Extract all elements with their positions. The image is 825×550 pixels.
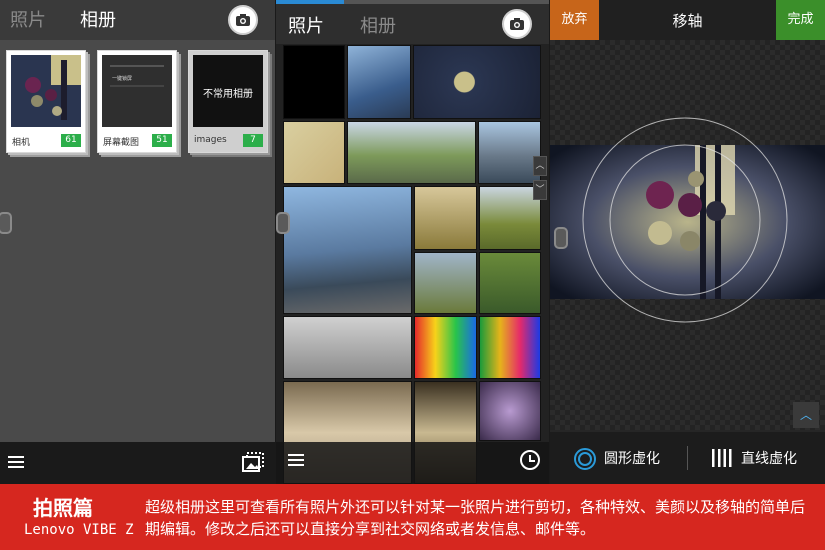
camera-button[interactable]	[228, 5, 258, 35]
tab-photos[interactable]: 照片	[288, 12, 324, 38]
clock-icon[interactable]	[520, 450, 540, 470]
photo-thumbnail[interactable]	[413, 45, 541, 119]
camera-icon	[236, 14, 250, 26]
drawer-handle[interactable]	[0, 212, 12, 234]
photo-thumbnail[interactable]	[283, 45, 345, 119]
banner-description: 超级相册这里可查看所有照片外还可以针对某一张照片进行剪切，各种特效、美颜以及移轴…	[145, 498, 806, 538]
tilt-shift-editor: 放弃 移轴 完成 ︿ 圆形虚化 直线虚化	[550, 0, 825, 484]
photo-thumbnail[interactable]	[347, 45, 411, 119]
drawer-handle[interactable]	[554, 227, 568, 249]
loading-progress	[276, 0, 549, 4]
album-thumbnail	[11, 55, 81, 127]
banner-title: 拍照篇	[33, 496, 93, 520]
tab-albums[interactable]: 相册	[80, 6, 116, 32]
chevron-up-icon[interactable]: ︿	[793, 402, 819, 428]
photo-thumbnail[interactable]	[478, 121, 541, 184]
albums-bottom-bar	[0, 442, 275, 484]
photo-thumbnail[interactable]	[479, 252, 541, 314]
camera-icon	[510, 18, 524, 30]
album-card[interactable]: 相机 61	[6, 50, 86, 153]
circle-blur-icon[interactable]	[573, 447, 597, 471]
album-name: 屏幕截图	[103, 138, 140, 148]
photo-thumbnail[interactable]	[283, 186, 412, 314]
banner-subtitle: Lenovo VIBE Z	[24, 522, 134, 538]
photo-thumbnail[interactable]	[414, 316, 477, 379]
circular-blur-guide[interactable]	[580, 115, 790, 325]
album-thumbnail: 一键锁屏	[102, 55, 172, 127]
albums-panel: 照片 相册 相机 61 一键锁屏 屏幕截图 51 不常用相册 images 7	[0, 0, 275, 484]
camera-button[interactable]	[502, 9, 532, 39]
album-card[interactable]: 一键锁屏 屏幕截图 51	[97, 50, 177, 153]
album-name: images	[194, 135, 227, 145]
thumbnail-caption: 一键锁屏	[112, 76, 133, 82]
albums-header: 照片 相册	[0, 0, 275, 40]
photo-thumbnail[interactable]	[414, 186, 477, 250]
thumbnail-caption: 不常用相册	[203, 89, 253, 100]
toolbar-divider	[687, 446, 688, 470]
photo-thumbnail[interactable]	[414, 252, 477, 314]
photo-thumbnail[interactable]	[479, 381, 541, 441]
photos-panel: 照片 相册 ︿ ﹀	[276, 0, 549, 484]
album-count-badge: 7	[243, 134, 263, 147]
photos-header: 照片 相册	[276, 0, 549, 44]
done-button[interactable]: 完成	[776, 0, 825, 40]
caption-banner: 拍照篇 Lenovo VIBE Z 超级相册这里可查看所有照片外还可以针对某一张…	[0, 484, 825, 550]
drawer-handle[interactable]	[276, 212, 290, 234]
hamburger-menu-icon[interactable]	[8, 456, 24, 470]
tab-albums[interactable]: 相册	[360, 12, 396, 38]
hamburger-menu-icon[interactable]	[288, 454, 304, 468]
album-name: 相机	[12, 138, 31, 148]
photo-thumbnail[interactable]	[283, 121, 345, 184]
photos-bottom-bar	[276, 442, 549, 484]
editor-top-bar: 放弃 移轴 完成	[550, 0, 825, 40]
album-card[interactable]: 不常用相册 images 7	[188, 50, 268, 153]
linear-blur-icon[interactable]	[711, 448, 733, 468]
album-thumbnail: 不常用相册	[193, 55, 263, 127]
photo-thumbnail[interactable]	[479, 186, 541, 250]
album-count-badge: 51	[152, 134, 172, 147]
chevron-up-icon[interactable]: ︿	[533, 156, 547, 176]
linear-blur-label[interactable]: 直线虚化	[741, 448, 797, 468]
album-count-badge: 61	[61, 134, 81, 147]
photo-thumbnail[interactable]	[347, 121, 476, 184]
circle-blur-label[interactable]: 圆形虚化	[604, 448, 660, 468]
photo-thumbnail[interactable]	[283, 316, 412, 379]
tab-photos[interactable]: 照片	[10, 6, 46, 32]
slideshow-icon[interactable]	[242, 452, 264, 472]
photo-thumbnail[interactable]	[479, 316, 541, 379]
chevron-down-icon[interactable]: ﹀	[533, 180, 547, 200]
